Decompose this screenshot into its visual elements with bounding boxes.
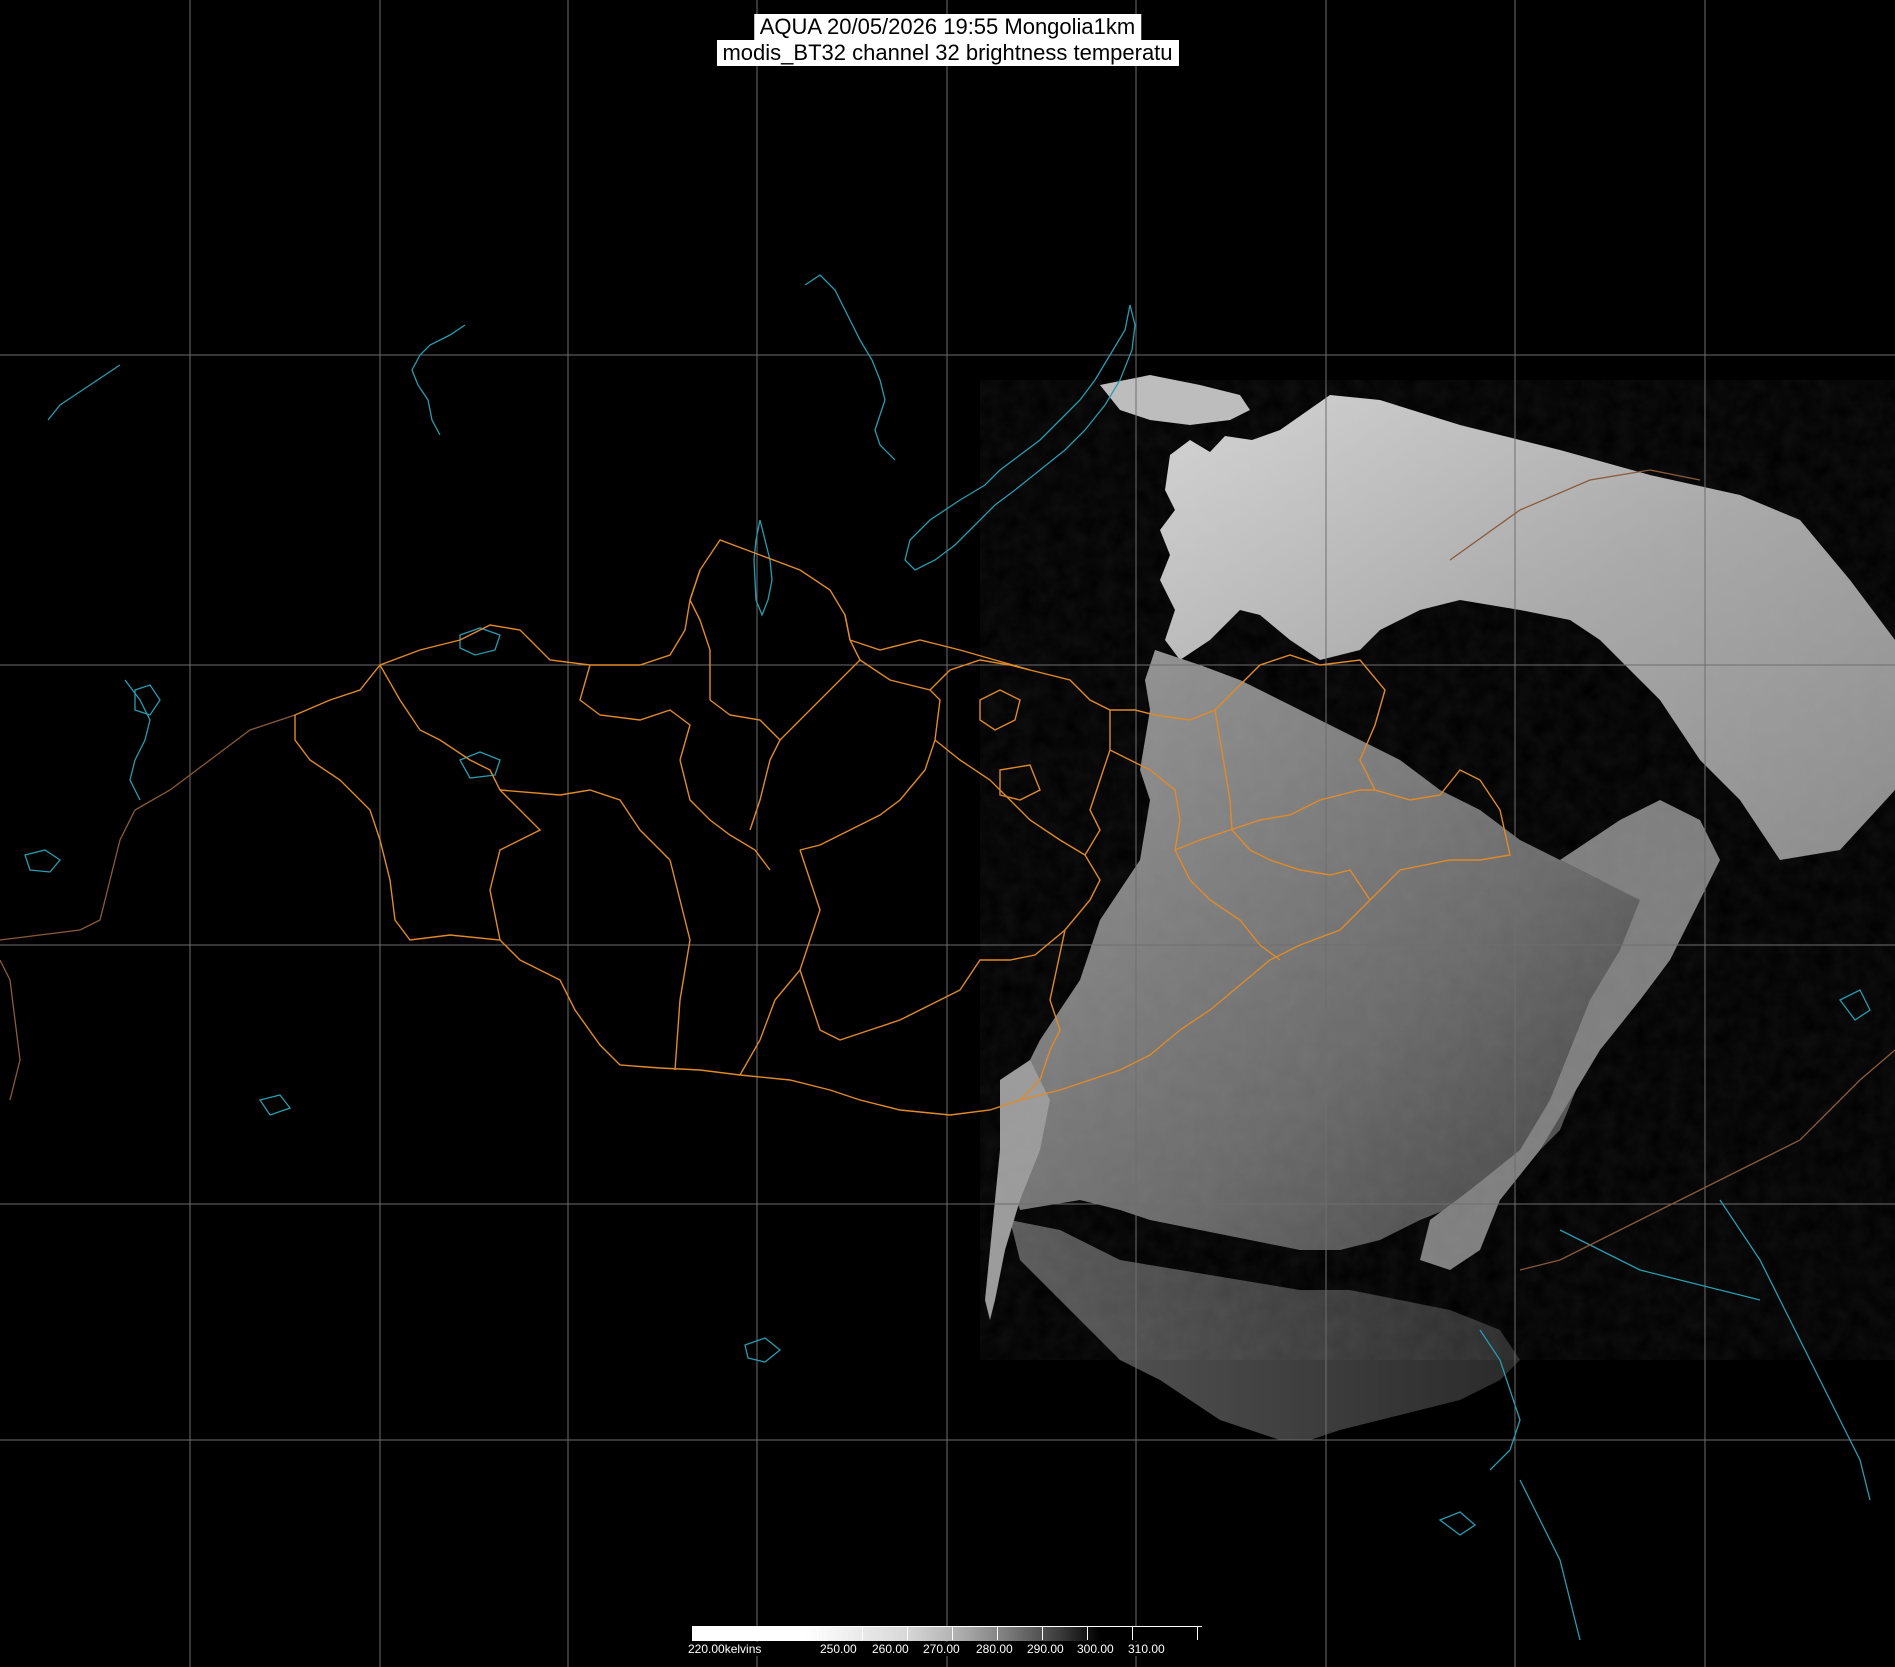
colorbar-tick-label: 280.00 bbox=[976, 1642, 1013, 1656]
coast-south-east bbox=[1519, 1479, 1581, 1641]
lake-sw bbox=[258, 1094, 292, 1116]
colorbar-tick bbox=[907, 1626, 908, 1640]
map-title-line-2: modis_BT32 channel 32 brightness tempera… bbox=[716, 40, 1179, 66]
colorbar-tick-label: 290.00 bbox=[1027, 1642, 1064, 1656]
lake-south bbox=[744, 1337, 782, 1363]
colorbar-tick bbox=[817, 1626, 818, 1640]
colorbar-tick bbox=[1042, 1626, 1043, 1640]
lake-south-small bbox=[1438, 1511, 1477, 1536]
colorbar-tick bbox=[997, 1626, 998, 1640]
aimag-line-6 bbox=[669, 859, 691, 1071]
colorbar-unit-label: 220.00kelvins bbox=[688, 1642, 762, 1656]
river-north-east bbox=[804, 274, 896, 461]
aimag-line-3 bbox=[499, 789, 671, 861]
colorbar-tick bbox=[1132, 1626, 1133, 1640]
aimag-line-25 bbox=[689, 569, 711, 700]
border-west-south bbox=[0, 959, 21, 1101]
map-title-line-1: AQUA 20/05/2026 19:55 Mongolia1km bbox=[753, 14, 1142, 40]
colorbar-legend: 220.00kelvins 250.00 260.00 270.00 280.0… bbox=[688, 1626, 1202, 1662]
colorbar-tick-label: 260.00 bbox=[872, 1642, 909, 1656]
aimag-line-9 bbox=[709, 699, 781, 741]
colorbar-tick-label: 300.00 bbox=[1077, 1642, 1114, 1656]
aimag-line-4 bbox=[579, 664, 691, 761]
colorbar-tick bbox=[952, 1626, 953, 1640]
colorbar-tick-label: 270.00 bbox=[923, 1642, 960, 1656]
aimag-line-2 bbox=[489, 789, 542, 941]
border-west bbox=[0, 714, 296, 941]
aimag-line-10 bbox=[799, 659, 941, 851]
aimag-line-17 bbox=[799, 969, 921, 1041]
river-west bbox=[124, 679, 151, 801]
satellite-swath bbox=[980, 375, 1895, 1440]
river-north-west bbox=[47, 364, 121, 421]
aimag-line-16 bbox=[739, 849, 821, 1076]
colorbar-tick bbox=[1197, 1626, 1198, 1640]
colorbar-tick bbox=[1087, 1626, 1088, 1640]
lake-west-3 bbox=[24, 849, 61, 873]
river-north-mid bbox=[411, 324, 466, 436]
aimag-line-7 bbox=[799, 614, 861, 721]
colorbar-gradient bbox=[692, 1626, 1202, 1641]
colorbar-tick bbox=[862, 1626, 863, 1640]
lake-west-1 bbox=[134, 684, 161, 716]
satellite-map bbox=[0, 0, 1895, 1667]
colorbar-tick-label: 310.00 bbox=[1128, 1642, 1165, 1656]
aimag-line-1 bbox=[379, 664, 501, 791]
colorbar-tick-label: 250.00 bbox=[820, 1642, 857, 1656]
lake-uvs bbox=[459, 627, 501, 656]
